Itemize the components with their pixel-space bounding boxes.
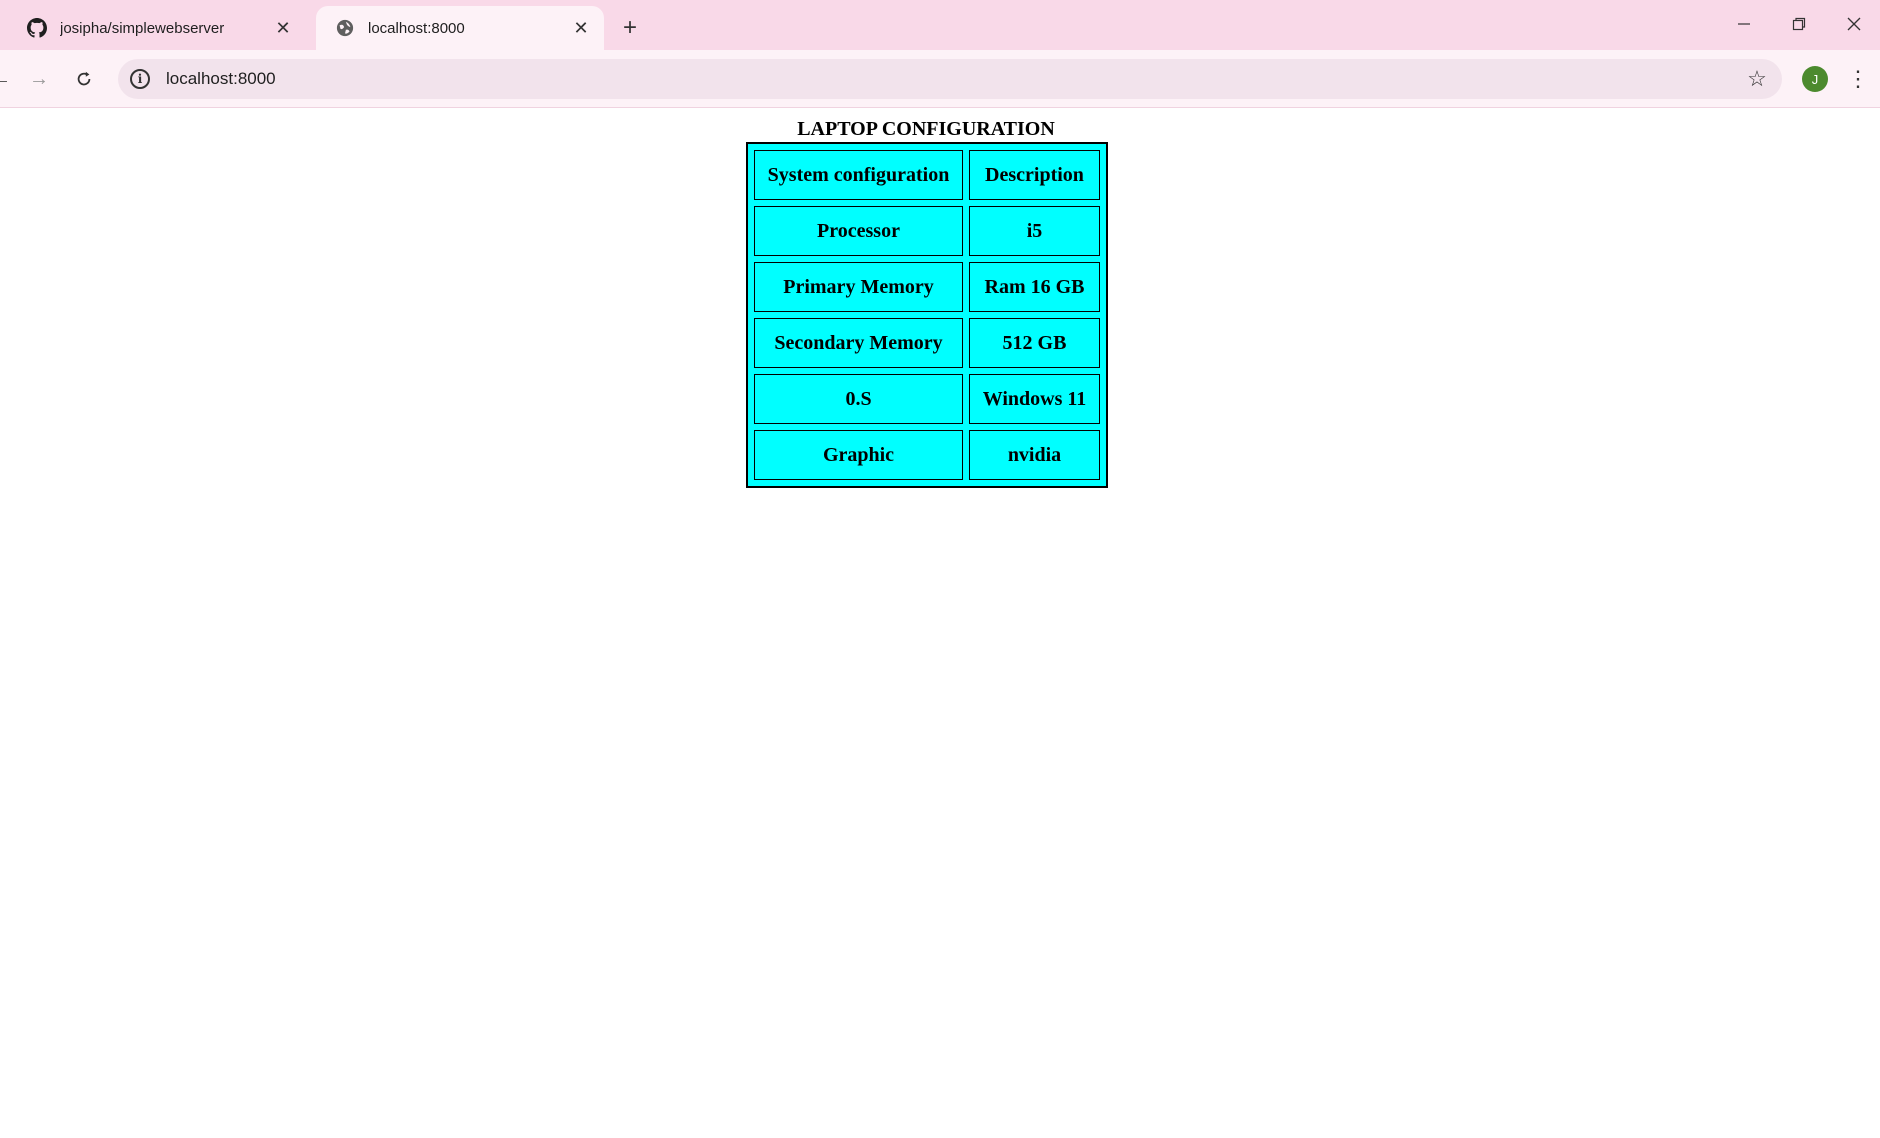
address-text[interactable]: localhost:8000 — [166, 69, 1742, 89]
table-caption: LAPTOP CONFIGURATION — [797, 118, 1055, 140]
tab-title: josipha/simplewebserver — [60, 19, 225, 37]
tab-strip: josipha/simplewebserver ✕ localhost:8000… — [0, 0, 1880, 50]
browser-menu-icon[interactable]: ⋮ — [1846, 64, 1870, 94]
config-name-cell: Primary Memory — [754, 262, 963, 312]
config-name-cell: Processor — [754, 206, 963, 256]
config-value-cell: 512 GB — [969, 318, 1100, 368]
back-icon[interactable]: ← — [0, 62, 18, 96]
tab-title: localhost:8000 — [368, 19, 465, 37]
close-window-icon[interactable] — [1826, 0, 1880, 48]
minimize-icon[interactable] — [1716, 0, 1772, 48]
config-value-cell: Windows 11 — [969, 374, 1100, 424]
table-row: Secondary Memory 512 GB — [754, 318, 1100, 368]
config-name-cell: 0.S — [754, 374, 963, 424]
table-row: Primary Memory Ram 16 GB — [754, 262, 1100, 312]
globe-icon — [334, 17, 356, 39]
profile-avatar[interactable]: J — [1802, 66, 1828, 92]
table-row: Processor i5 — [754, 206, 1100, 256]
tab-github[interactable]: josipha/simplewebserver ✕ — [8, 6, 306, 50]
bookmark-star-icon[interactable]: ☆ — [1742, 64, 1772, 94]
laptop-config-table: System configuration Description Processor… — [746, 142, 1108, 488]
config-name-cell: Secondary Memory — [754, 318, 963, 368]
site-info-icon[interactable]: i — [130, 69, 150, 89]
table-row: 0.S Windows 11 — [754, 374, 1100, 424]
browser-toolbar: ← → i localhost:8000 ☆ — [0, 50, 1880, 108]
config-value-cell: i5 — [969, 206, 1100, 256]
close-tab-icon[interactable]: ✕ — [270, 15, 296, 41]
table-row: System configuration Description — [754, 150, 1100, 200]
config-value-cell: Description — [969, 150, 1100, 200]
close-tab-icon[interactable]: ✕ — [568, 15, 594, 41]
config-value-cell: nvidia — [969, 430, 1100, 480]
forward-icon[interactable]: → — [22, 62, 56, 96]
tab-localhost[interactable]: localhost:8000 ✕ — [316, 6, 604, 50]
config-name-cell: Graphic — [754, 430, 963, 480]
reload-icon[interactable] — [67, 62, 101, 96]
table-row: Graphic nvidia — [754, 430, 1100, 480]
address-bar[interactable]: i localhost:8000 ☆ — [118, 59, 1782, 99]
config-value-cell: Ram 16 GB — [969, 262, 1100, 312]
config-name-cell: System configuration — [754, 150, 963, 200]
github-icon — [26, 17, 48, 39]
new-tab-icon[interactable]: + — [614, 12, 646, 44]
page-content: LAPTOP CONFIGURATION System configuratio… — [0, 108, 1880, 1138]
restore-icon[interactable] — [1771, 0, 1827, 48]
